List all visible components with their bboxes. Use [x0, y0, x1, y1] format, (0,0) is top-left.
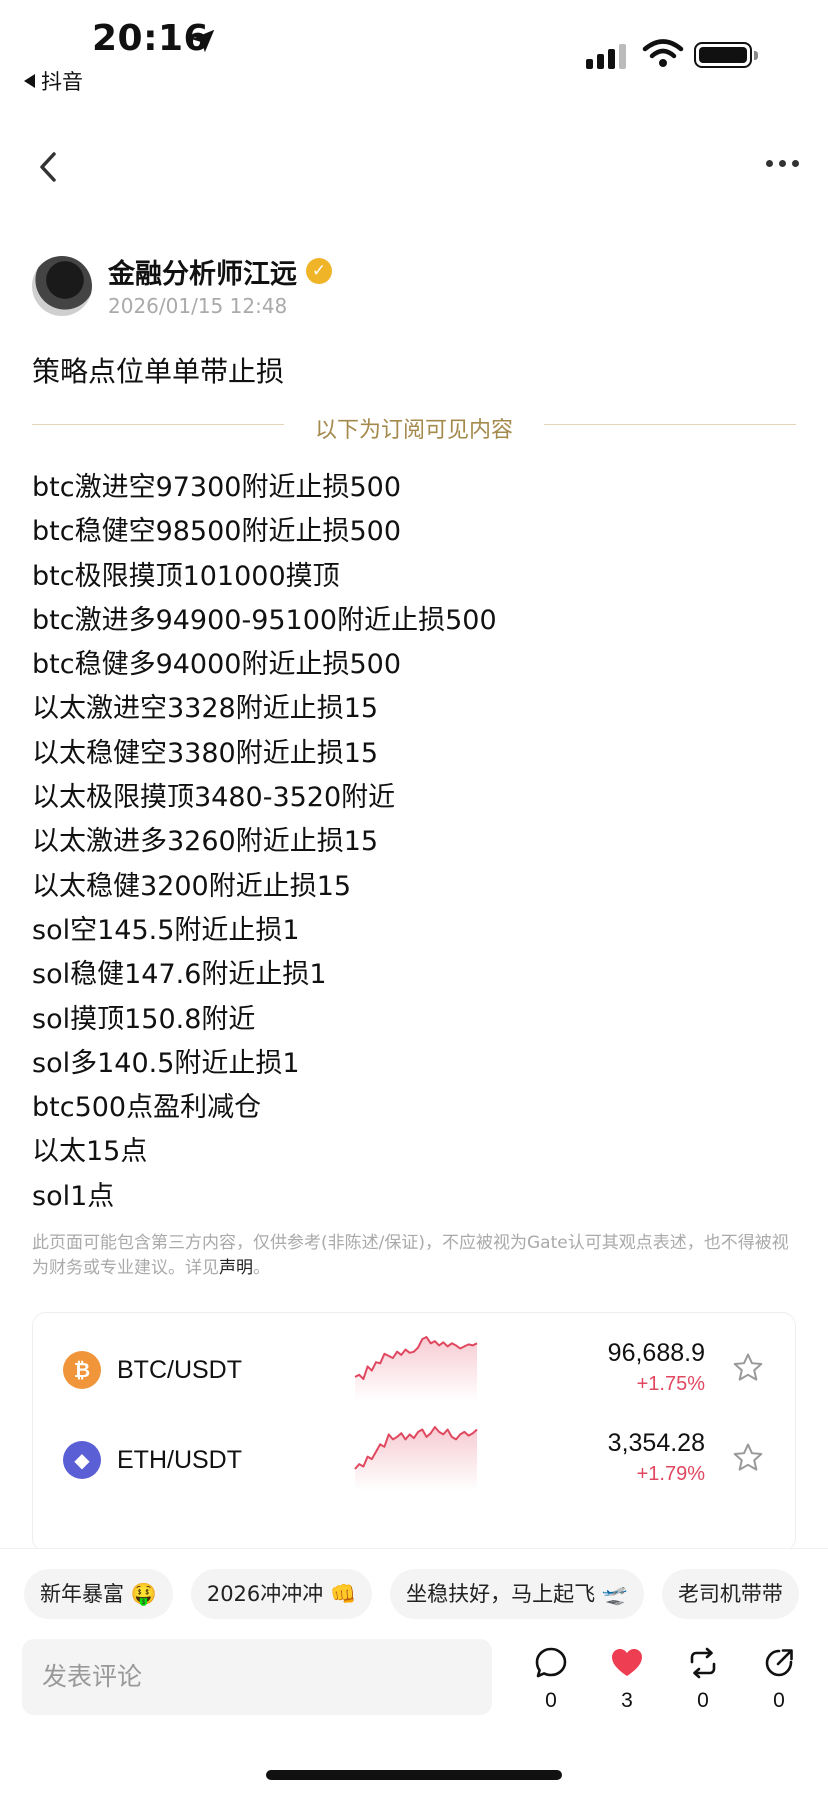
sparkline-chart — [354, 1336, 478, 1401]
post-title: 策略点位单单带止损 — [32, 355, 285, 388]
subscribe-divider-label: 以下为订阅可见内容 — [314, 418, 513, 443]
post-line: 以太极限摸顶3480-3520附近 — [32, 782, 396, 814]
market-card: ₿ BTC/USDT 96,688.9 +1.75% ◆ ETH/USDT 3,… — [32, 1312, 796, 1552]
wifi-icon — [642, 39, 684, 67]
repost-count: 0 — [697, 1689, 709, 1712]
post-line: sol多140.5附近止损1 — [32, 1047, 300, 1079]
market-price: 3,354.28 — [607, 1429, 705, 1457]
comment-icon — [535, 1647, 567, 1678]
like-button[interactable]: 3 — [602, 1645, 652, 1713]
market-change: +1.79% — [636, 1463, 705, 1485]
post-body: btc激进空97300附近止损500 btc稳健空98500附近止损500 bt… — [32, 466, 497, 1219]
like-count: 3 — [621, 1689, 633, 1712]
post-line: btc激进空97300附近止损500 — [32, 472, 401, 503]
heart-icon — [612, 1649, 642, 1676]
verified-badge-icon: ✓ — [306, 258, 332, 284]
market-pair: BTC/USDT — [117, 1356, 242, 1384]
post-line: sol稳健147.6附近止损1 — [32, 959, 327, 991]
comment-button[interactable]: 0 — [526, 1645, 576, 1713]
comment-count: 0 — [545, 1689, 557, 1712]
disclaimer-link[interactable]: 声明 — [219, 1258, 253, 1278]
post-date: 2026/01/15 12:48 — [108, 294, 288, 318]
more-icon[interactable] — [766, 160, 799, 167]
battery-icon — [694, 42, 758, 68]
market-price: 96,688.9 — [607, 1339, 705, 1367]
share-count: 0 — [773, 1689, 785, 1712]
quick-reply-chip[interactable]: 2026冲冲冲 👊 — [190, 1569, 373, 1619]
back-app-label: 抖音 — [41, 70, 83, 94]
sparkline-chart — [354, 1426, 478, 1491]
author-name[interactable]: 金融分析师江远 — [108, 252, 297, 291]
post-line: btc极限摸顶101000摸顶 — [32, 560, 340, 592]
status-bar: 20:16 抖音 — [0, 0, 828, 100]
market-row-eth[interactable]: ◆ ETH/USDT 3,354.28 +1.79% — [33, 1413, 795, 1503]
avatar[interactable] — [32, 256, 92, 316]
post-line: sol空145.5附近止损1 — [32, 914, 300, 946]
back-to-app-button[interactable]: 抖音 — [24, 66, 83, 96]
quick-reply-chip[interactable]: 新年暴富 🤑 — [24, 1569, 173, 1619]
post-line: 以太激进多3260附近止损15 — [32, 826, 379, 858]
repost-icon — [690, 1647, 716, 1679]
bottom-bar: 新年暴富 🤑 2026冲冲冲 👊 坐稳扶好，马上起飞 🛫 老司机带带 发表评论 … — [0, 1548, 828, 1795]
share-icon — [765, 1649, 793, 1677]
post-line: btc稳健空98500附近止损500 — [32, 516, 401, 548]
post-line: btc稳健多94000附近止损500 — [32, 649, 401, 681]
market-row-btc[interactable]: ₿ BTC/USDT 96,688.9 +1.75% — [33, 1323, 795, 1413]
home-indicator — [266, 1770, 562, 1780]
post-line: 以太15点 — [32, 1136, 148, 1168]
favorite-star-icon[interactable] — [731, 1351, 765, 1385]
post-line: sol摸顶150.8附近 — [32, 1003, 256, 1035]
back-triangle-icon — [24, 74, 35, 88]
subscribe-divider: 以下为订阅可见内容 — [32, 412, 796, 443]
favorite-star-icon[interactable] — [731, 1441, 765, 1475]
disclaimer-text: 此页面可能包含第三方内容，仅供参考(非陈述/保证)，不应被视为Gate认可其观点… — [32, 1233, 789, 1278]
quick-reply-chips: 新年暴富 🤑 2026冲冲冲 👊 坐稳扶好，马上起飞 🛫 老司机带带 — [24, 1569, 799, 1619]
signal-icon — [586, 44, 626, 69]
quick-reply-chip[interactable]: 坐稳扶好，马上起飞 🛫 — [390, 1569, 644, 1619]
disclaimer: 此页面可能包含第三方内容，仅供参考(非陈述/保证)，不应被视为Gate认可其观点… — [32, 1231, 796, 1281]
repost-button[interactable]: 0 — [678, 1645, 728, 1713]
eth-icon: ◆ — [63, 1441, 101, 1479]
post-line: 以太稳健3200附近止损15 — [32, 870, 352, 902]
comment-input[interactable]: 发表评论 — [22, 1639, 492, 1715]
post-line: sol1点 — [32, 1180, 115, 1212]
market-pair: ETH/USDT — [117, 1446, 242, 1474]
post-line: 以太激进空3328附近止损15 — [32, 693, 379, 725]
market-change: +1.75% — [636, 1373, 705, 1395]
post-line: btc500点盈利减仓 — [32, 1092, 262, 1124]
btc-icon: ₿ — [63, 1351, 101, 1389]
quick-reply-chip[interactable]: 老司机带带 — [661, 1569, 799, 1619]
back-chevron-icon[interactable] — [34, 150, 62, 184]
share-button[interactable]: 0 — [754, 1645, 804, 1713]
post-line: btc激进多94900-95100附近止损500 — [32, 604, 497, 636]
disclaimer-end: 。 — [253, 1258, 270, 1278]
post-line: 以太稳健空3380附近止损15 — [32, 737, 379, 769]
location-arrow-icon — [191, 29, 215, 53]
